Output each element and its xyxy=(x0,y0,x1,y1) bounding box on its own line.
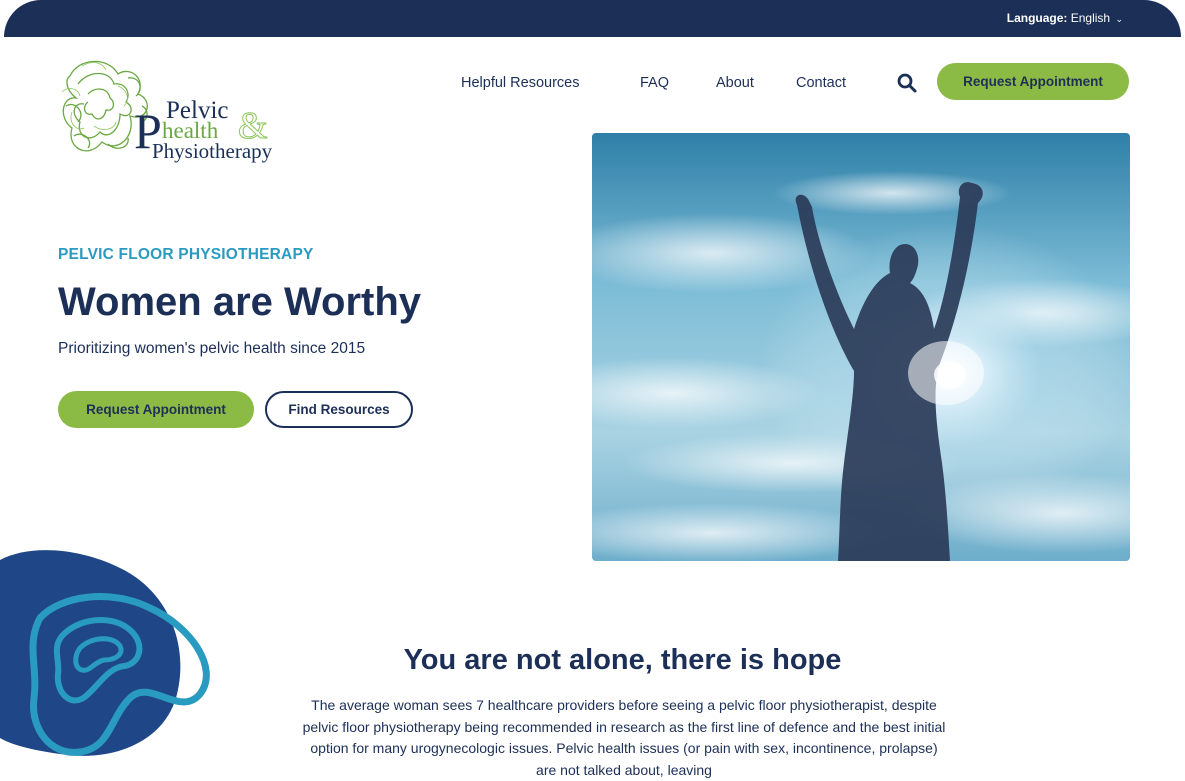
hero-image xyxy=(592,133,1130,561)
nav-faq[interactable]: FAQ xyxy=(640,75,669,91)
search-icon[interactable] xyxy=(896,72,918,94)
woman-arms-raised-image xyxy=(592,133,1130,561)
pelvis-logo-icon: Pelvic P health & Physiotherapy xyxy=(61,60,273,163)
hero-eyebrow: PELVIC FLOOR PHYSIOTHERAPY xyxy=(58,246,314,263)
hero-title: Women are Worthy xyxy=(58,280,422,324)
language-selector[interactable]: Language: English ⌄ xyxy=(1007,11,1123,25)
nav-contact[interactable]: Contact xyxy=(796,75,846,91)
top-bar: Language: English ⌄ xyxy=(4,0,1181,37)
logo-line3: Physiotherapy xyxy=(152,139,273,163)
chevron-down-icon: ⌄ xyxy=(1115,14,1123,24)
header-request-appointment-button[interactable]: Request Appointment xyxy=(937,63,1129,100)
hero-subtitle: Prioritizing women's pelvic health since… xyxy=(58,340,366,357)
language-label: Language: xyxy=(1006,11,1068,25)
section-paragraph: The average woman sees 7 healthcare prov… xyxy=(302,697,946,778)
hero-request-appointment-button[interactable]: Request Appointment xyxy=(58,391,254,428)
site-logo[interactable]: Pelvic P health & Physiotherapy xyxy=(58,56,298,172)
section-title: You are not alone, there is hope xyxy=(403,644,842,676)
find-resources-button[interactable]: Find Resources xyxy=(265,391,413,428)
nav-helpful-resources[interactable]: Helpful Resources xyxy=(461,75,579,91)
language-value: English xyxy=(1070,11,1111,25)
nav-about[interactable]: About xyxy=(716,75,754,91)
